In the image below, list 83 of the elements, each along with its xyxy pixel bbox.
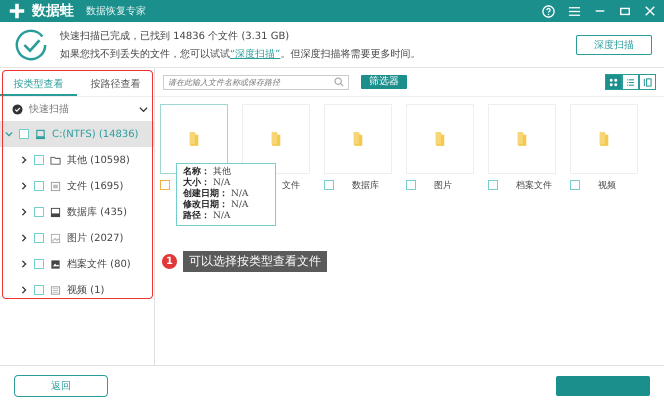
scan-mode-label: 快速扫描 (29, 102, 69, 116)
checkbox[interactable] (19, 129, 29, 139)
folder-icon (50, 154, 61, 166)
category-label: 档案文件 (80) (67, 258, 131, 271)
category-label: 数据库 (435) (67, 206, 128, 219)
checkbox[interactable] (34, 285, 44, 295)
checkbox[interactable] (570, 180, 580, 190)
drive-label: C:(NTFS) (14836) (52, 128, 138, 140)
category-label: 文件 (1695) (67, 180, 124, 193)
chevron-right-icon[interactable] (20, 156, 28, 164)
folder-icon (516, 130, 528, 148)
checkbox[interactable] (34, 181, 44, 191)
menu-icon[interactable] (568, 4, 581, 18)
folder-icon (434, 130, 446, 148)
info-label: 路径： (183, 211, 210, 221)
checkbox[interactable] (488, 180, 498, 190)
info-label: 修改日期： (183, 200, 228, 210)
folder-icon (188, 130, 200, 148)
category-label: 图片 (2027) (67, 232, 124, 245)
chevron-right-icon[interactable] (20, 286, 28, 294)
checkbox[interactable] (324, 180, 334, 190)
tree-item[interactable]: 视频 (1) (0, 277, 154, 303)
video-icon (50, 284, 61, 296)
check-circle-icon (14, 28, 48, 62)
tree-item[interactable]: 文件 (1695) (0, 173, 154, 199)
image-icon (50, 232, 61, 244)
filter-button[interactable]: 筛选器 (361, 75, 407, 89)
tree-item[interactable]: 其他 (10598) (0, 147, 154, 173)
scan-hint-text: 如果您找不到丢失的文件，您可以试试“深度扫描”。但深度扫描将需要更多时间。 (60, 48, 420, 60)
view-mode-button[interactable] (622, 74, 639, 90)
file-name: 图片 (434, 180, 452, 192)
drive-icon (35, 128, 46, 140)
folder-icon (352, 130, 364, 148)
file-name: 文件 (282, 180, 300, 192)
app-title: 数据蛙 (32, 2, 74, 20)
folder-icon (270, 130, 282, 148)
checkbox[interactable] (34, 259, 44, 269)
info-label: 大小： (183, 178, 210, 188)
archive-icon (50, 258, 61, 270)
info-value: N/A (213, 178, 230, 188)
search-icon[interactable] (334, 77, 344, 87)
list-view-icon (626, 78, 635, 86)
info-value: N/A (231, 200, 248, 210)
chevron-down-icon[interactable] (139, 104, 148, 114)
tree-item[interactable]: 档案文件 (80) (0, 251, 154, 277)
checkbox[interactable] (34, 155, 44, 165)
tree-item[interactable]: 图片 (2027) (0, 225, 154, 251)
grid-view-icon (609, 78, 618, 86)
category-label: 视频 (1) (67, 284, 104, 297)
info-value: 其他 (213, 167, 231, 177)
file-name: 数据库 (352, 180, 379, 192)
folder-icon (598, 130, 610, 148)
chevron-right-icon[interactable] (20, 208, 28, 216)
checkbox[interactable] (34, 233, 44, 243)
maximize-icon[interactable] (619, 5, 631, 17)
view-mode-button[interactable] (605, 74, 622, 90)
document-icon (50, 180, 61, 192)
category-label: 其他 (10598) (67, 154, 130, 167)
close-icon[interactable] (644, 5, 656, 17)
detail-view-icon (643, 78, 652, 86)
tree-item[interactable]: 数据库 (435) (0, 199, 154, 225)
search-field[interactable]: 请在此输入文件名称或保存路径 (163, 74, 349, 90)
checkbox[interactable] (34, 207, 44, 217)
check-circle-icon (12, 104, 23, 114)
step-badge: 1 (162, 254, 177, 269)
view-tab[interactable]: 按路径查看 (77, 74, 154, 96)
file-name: 视频 (598, 180, 616, 192)
checkbox[interactable] (406, 180, 416, 190)
chevron-right-icon[interactable] (20, 182, 28, 190)
help-icon[interactable] (542, 4, 555, 18)
app-subtitle: 数据恢复专家 (86, 4, 146, 18)
scan-status-text: 快速扫描已完成，已找到 14836 个文件 (3.31 GB) (60, 30, 290, 42)
info-value: N/A (231, 189, 248, 199)
file-name: 档案文件 (516, 179, 552, 192)
checkbox[interactable] (160, 180, 170, 190)
chevron-right-icon[interactable] (20, 260, 28, 268)
callout-text: 可以选择按类型查看文件 (183, 251, 327, 272)
info-label: 创建日期： (183, 189, 228, 199)
database-icon (50, 206, 61, 218)
info-label: 名称： (183, 167, 210, 177)
view-mode-button[interactable] (639, 74, 656, 90)
chevron-right-icon[interactable] (20, 234, 28, 242)
info-value: N/A (213, 211, 230, 221)
